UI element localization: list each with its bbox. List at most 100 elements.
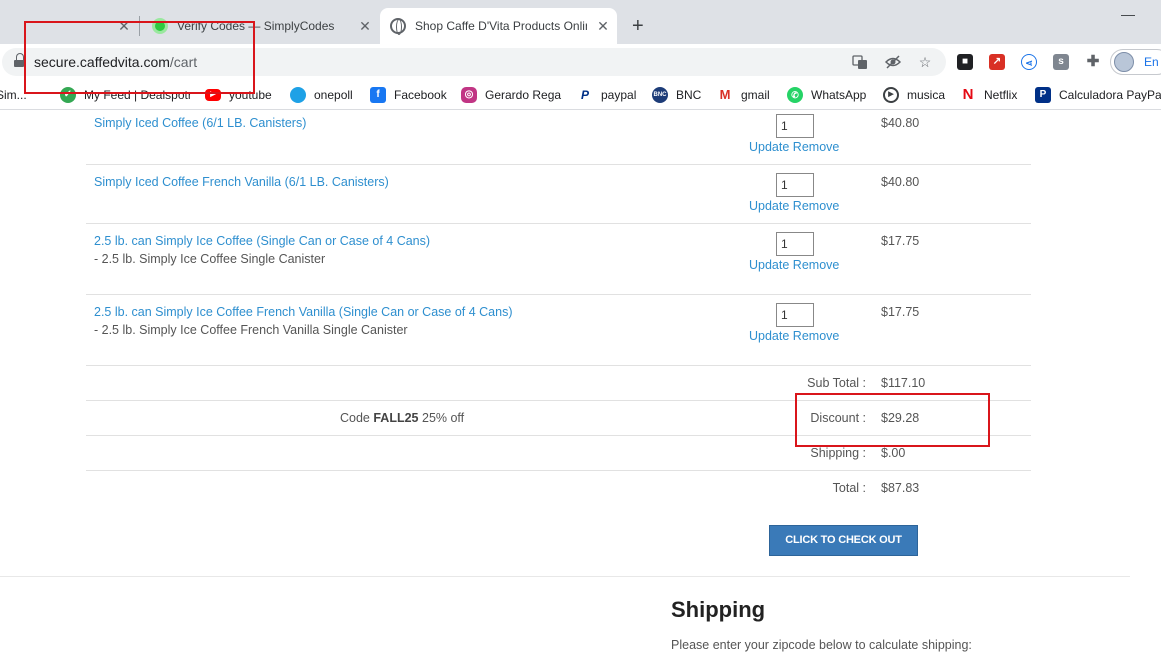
- close-icon[interactable]: ✕: [117, 19, 131, 33]
- browser-toolbar: secure.caffedvita.com/cart ☆ ■ ↗ ⋖ s ✚ E…: [0, 44, 1161, 80]
- instagram-icon: ◎: [461, 87, 477, 103]
- bookmark-label: WhatsApp: [811, 88, 867, 102]
- coupon-code: FALL25: [373, 411, 419, 425]
- tab-title: Shop Caffe D'Vita Products Onlin: [415, 19, 587, 33]
- netflix-icon: N: [960, 87, 976, 103]
- remove-button[interactable]: Remove: [793, 199, 840, 213]
- coupon-prefix: Code: [340, 411, 374, 425]
- url-path: /cart: [169, 54, 198, 70]
- extension-dark-icon[interactable]: ■: [957, 54, 973, 70]
- product-option: - 2.5 lb. Simply Ice Coffee Single Canis…: [94, 252, 326, 266]
- onepoll-icon: [290, 87, 306, 103]
- bookmarks-bar: Sim... ✓ My Feed | Dealspotr ▶ youtube one…: [0, 80, 1161, 110]
- bookmark-dealspotr[interactable]: ✓ My Feed | Dealspotr: [60, 86, 192, 104]
- avatar: [1114, 52, 1134, 72]
- puzzle-icon[interactable]: ✚: [1085, 54, 1101, 70]
- coupon-suffix: 25% off: [418, 411, 465, 425]
- remove-button[interactable]: Remove: [793, 140, 840, 154]
- bookmark-label: Facebook: [394, 88, 447, 102]
- update-button[interactable]: Update: [749, 140, 789, 154]
- bookmark-label: gmail: [741, 88, 770, 102]
- section-divider: [0, 576, 1130, 577]
- product-link[interactable]: 2.5 lb. can Simply Ice Coffee French Van…: [94, 305, 513, 319]
- quantity-input[interactable]: [776, 173, 814, 197]
- url-text[interactable]: secure.caffedvita.com/cart: [34, 54, 197, 70]
- bookmark-label: musica: [907, 88, 946, 102]
- share-icon[interactable]: ⋖: [1021, 54, 1037, 70]
- update-button[interactable]: Update: [749, 329, 789, 343]
- lock-icon[interactable]: [14, 53, 24, 68]
- discount-value: $29.28: [881, 411, 920, 425]
- close-icon[interactable]: ✕: [596, 19, 610, 33]
- minimize-button[interactable]: —: [1121, 6, 1135, 22]
- extension-red-pin-icon[interactable]: ↗: [989, 54, 1005, 70]
- dealspotr-icon: ✓: [60, 87, 76, 103]
- gmail-icon: M: [717, 87, 733, 103]
- whatsapp-icon: ✆: [787, 87, 803, 103]
- bookmark-youtube[interactable]: ▶ youtube: [205, 86, 272, 104]
- tab-caffedvita-active[interactable]: Shop Caffe D'Vita Products Onlin ✕: [380, 8, 617, 44]
- bookmark-instagram[interactable]: ◎ Gerardo Rega: [461, 86, 561, 104]
- bookmark-label: paypal: [601, 88, 637, 102]
- discount-label: Discount :: [810, 411, 866, 425]
- subtotal-label: Sub Total :: [807, 376, 866, 390]
- extension-s-icon[interactable]: s: [1053, 54, 1069, 70]
- cart-item-row: Simply Iced Coffee (6/1 LB. Canisters) U…: [86, 111, 1031, 165]
- star-icon[interactable]: ☆: [917, 54, 933, 70]
- facebook-icon: f: [370, 87, 386, 103]
- bookmark-paypal[interactable]: Ppaypal: [577, 86, 636, 104]
- paypal-icon: P: [577, 87, 593, 103]
- bookmark-label: My Feed | Dealspotr: [84, 88, 192, 102]
- subtotal-row: Sub Total : $117.10: [86, 366, 1031, 401]
- cart-item-row: 2.5 lb. can Simply Ice Coffee French Van…: [86, 295, 1031, 366]
- shipping-instructions: Please enter your zipcode below to calcu…: [671, 638, 972, 652]
- bookmark-bnc[interactable]: BNC BNC: [652, 86, 701, 104]
- checkout-button[interactable]: CLICK TO CHECK OUT: [769, 525, 918, 556]
- product-link[interactable]: 2.5 lb. can Simply Ice Coffee (Single Ca…: [94, 234, 430, 248]
- bookmark-label: Sim...: [0, 88, 27, 102]
- item-price: $40.80: [881, 116, 920, 130]
- bookmark-label: Netflix: [984, 88, 1018, 102]
- bookmark-sim[interactable]: Sim...: [0, 86, 27, 104]
- bnc-icon: BNC: [652, 87, 668, 103]
- bookmark-whatsapp[interactable]: ✆ WhatsApp: [787, 86, 866, 104]
- bookmark-onepoll[interactable]: onepoll: [290, 86, 353, 104]
- quantity-input[interactable]: [776, 232, 814, 256]
- remove-button[interactable]: Remove: [793, 329, 840, 343]
- update-button[interactable]: Update: [749, 258, 789, 272]
- product-link[interactable]: Simply Iced Coffee French Vanilla (6/1 L…: [94, 175, 389, 189]
- close-icon[interactable]: ✕: [358, 19, 372, 33]
- tab-title: Verify Codes — SimplyCodes: [177, 19, 335, 33]
- bookmark-calculadora-paypal[interactable]: P Calculadora PayPal: [1035, 86, 1161, 104]
- tab-previous[interactable]: ✕: [0, 8, 138, 44]
- translate-icon[interactable]: [852, 54, 868, 70]
- profile-button[interactable]: En: [1110, 49, 1161, 75]
- item-actions: Update Remove: [749, 258, 839, 272]
- quantity-input[interactable]: [776, 114, 814, 138]
- bookmark-musica[interactable]: ▶ musica: [883, 86, 945, 104]
- item-actions: Update Remove: [749, 329, 839, 343]
- bookmark-facebook[interactable]: f Facebook: [370, 86, 447, 104]
- item-actions: Update Remove: [749, 199, 839, 213]
- remove-button[interactable]: Remove: [793, 258, 840, 272]
- product-option: - 2.5 lb. Simply Ice Coffee French Vanil…: [94, 323, 408, 337]
- address-bar[interactable]: secure.caffedvita.com/cart ☆: [2, 48, 946, 76]
- item-price: $17.75: [881, 305, 920, 319]
- quantity-input[interactable]: [776, 303, 814, 327]
- new-tab-button[interactable]: +: [632, 16, 644, 36]
- tab-simplycodes[interactable]: Verify Codes — SimplyCodes ✕: [140, 8, 378, 44]
- product-link[interactable]: Simply Iced Coffee (6/1 LB. Canisters): [94, 116, 306, 130]
- update-button[interactable]: Update: [749, 199, 789, 213]
- shipping-value: $.00: [881, 446, 906, 460]
- eye-slash-icon[interactable]: [884, 54, 902, 70]
- calculator-icon: P: [1035, 87, 1051, 103]
- bookmark-label: Calculadora PayPal: [1059, 88, 1161, 102]
- url-host: secure.caffedvita.com: [34, 54, 170, 70]
- shipping-heading: Shipping: [671, 597, 766, 622]
- profile-label: En: [1144, 55, 1159, 69]
- tab-strip: ✕ Verify Codes — SimplyCodes ✕ Shop Caff…: [0, 0, 1161, 44]
- bookmark-gmail[interactable]: Mgmail: [717, 86, 770, 104]
- bookmark-netflix[interactable]: N Netflix: [960, 86, 1017, 104]
- simplycodes-favicon-icon: [152, 18, 168, 34]
- bookmark-label: Gerardo Rega: [485, 88, 562, 102]
